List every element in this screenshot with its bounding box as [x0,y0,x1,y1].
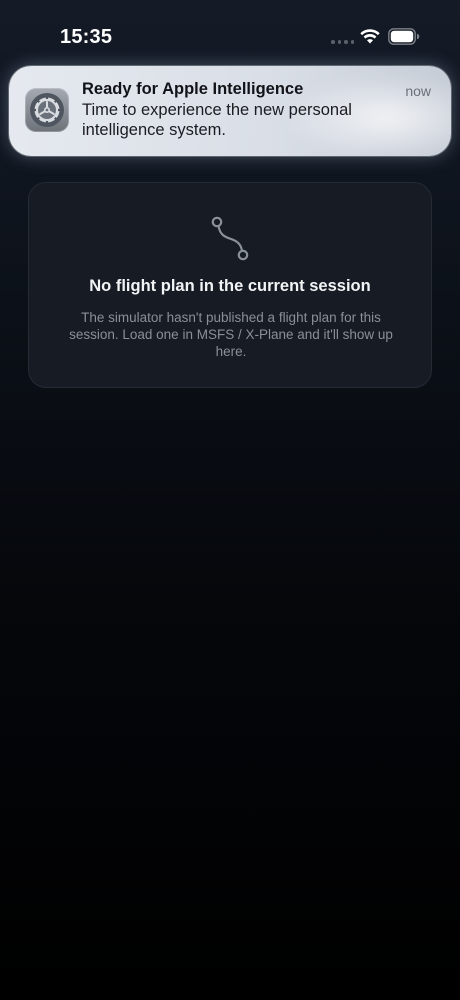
notification-title: Ready for Apple Intelligence [82,80,304,98]
notification-banner[interactable]: Ready for Apple Intelligence now Time to… [9,66,451,156]
route-icon [211,216,249,261]
settings-gear-icon [25,88,69,132]
empty-state-card: No flight plan in the current session Th… [28,182,432,388]
signal-dots-icon [331,40,354,44]
notification-body: Time to experience the new personal inte… [82,101,352,139]
empty-state-description: The simulator hasn't published a flight … [69,310,393,359]
empty-state-title: No flight plan in the current session [89,277,371,295]
status-time: 15:35 [60,26,113,48]
wifi-icon [360,29,380,44]
battery-icon [388,28,420,45]
status-bar: 15:35 [0,0,460,70]
notification-time: now [405,83,431,99]
